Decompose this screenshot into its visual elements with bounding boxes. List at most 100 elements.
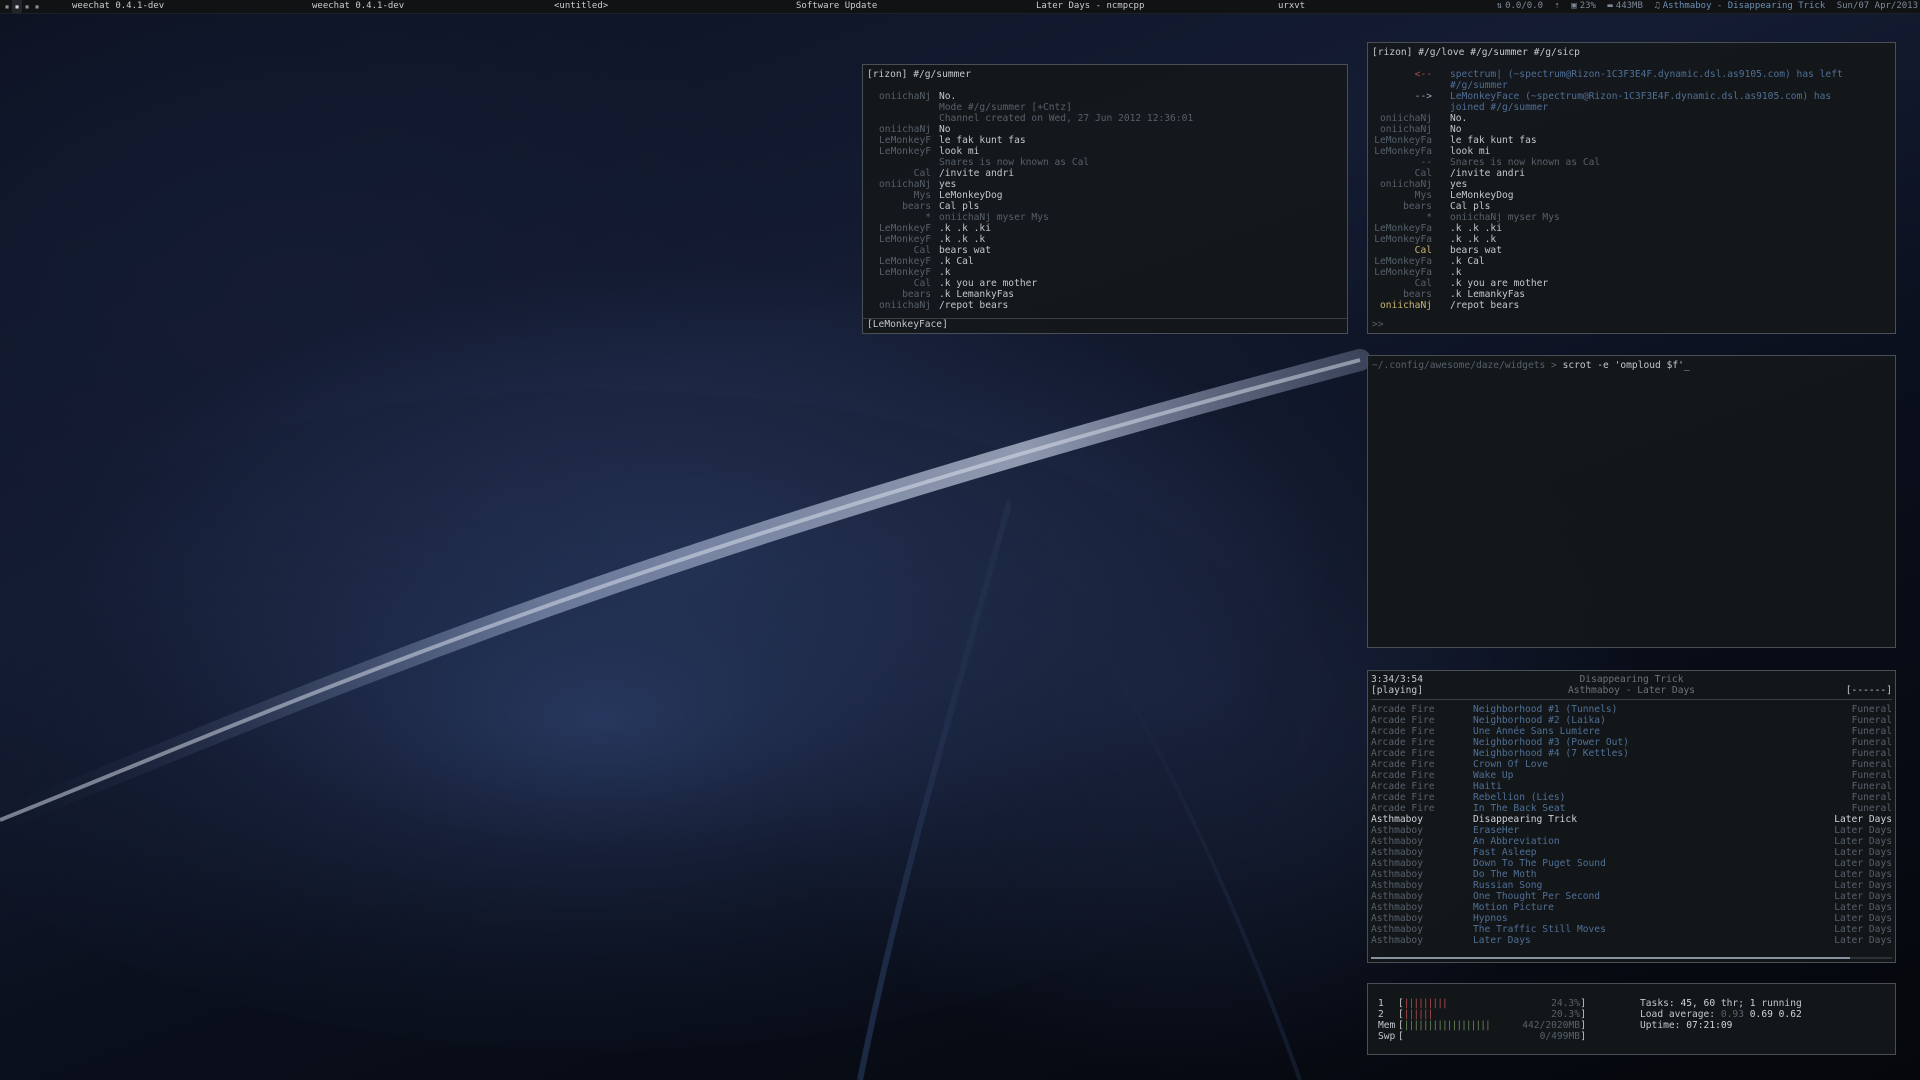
irc-nick: LeMonkeyF (879, 223, 931, 234)
tag-4-icon[interactable]: ▪ (32, 0, 42, 13)
irc-message-text: Snares is now known as Cal (939, 157, 1090, 168)
track-artist: Arcade Fire (1371, 803, 1435, 814)
current-song-title: Disappearing Trick (1579, 674, 1684, 685)
playlist-row[interactable]: Arcade Fire Neighborhood #1 (Tunnels) Fune… (1371, 704, 1892, 715)
irc-message-text: .k Cal (939, 256, 974, 267)
irc-message-text: yes (1450, 179, 1468, 190)
irc-message-line: bears .k LemankyFas (1372, 289, 1891, 300)
irc-input-field[interactable]: [LeMonkeyFace] (867, 319, 948, 330)
tag-1-icon[interactable]: ▪ (2, 0, 12, 13)
playlist-row[interactable]: Arcade Fire Wake Up Funeral (1371, 770, 1892, 781)
shell-prompt-line[interactable]: ~/.config/awesome/daze/widgets > scrot -… (1372, 360, 1891, 371)
memory-icon: ▬ (1607, 1, 1613, 11)
divider (1371, 699, 1892, 700)
playlist-row[interactable]: Asthmaboy Motion Picture Later Days (1371, 902, 1892, 913)
irc-nick: -- (1420, 157, 1432, 168)
track-artist: Arcade Fire (1371, 737, 1435, 748)
tag-3-icon[interactable]: ▪ (22, 0, 32, 13)
playlist-row[interactable]: Arcade Fire Neighborhood #2 (Laika) Funera… (1371, 715, 1892, 726)
irc-message-text: look mi (939, 146, 980, 157)
irc-nick: LeMonkeyF (879, 267, 931, 278)
taskbar-item-urxvt[interactable]: urxvt (1278, 0, 1305, 13)
irc-message-line: Mys LeMonkeyDog (879, 190, 1343, 201)
playlist[interactable]: Arcade Fire Neighborhood #1 (Tunnels) Fune… (1371, 704, 1892, 946)
track-album: Later Days (1834, 858, 1892, 869)
top-panel: ▪ ▪ ▪ ▪ weechat 0.4.1-dev weechat 0.4.1-dev… (0, 0, 1920, 14)
shell-command[interactable]: scrot -e 'omploud $f'_ (1563, 360, 1690, 371)
meter-bracket-close: ] (1580, 1020, 1586, 1031)
playlist-row[interactable]: Asthmaboy Russian Song Later Days (1371, 880, 1892, 891)
track-album: Later Days (1834, 913, 1892, 924)
irc-message-text: /repot bears (1450, 300, 1520, 311)
taskbar-item-weechat-1[interactable]: weechat 0.4.1-dev (72, 0, 164, 13)
track-artist: Asthmaboy (1371, 858, 1423, 869)
taskbar-item-untitled[interactable]: <untitled> (554, 0, 608, 13)
tag-2-icon[interactable]: ▪ (12, 0, 22, 13)
playlist-row[interactable]: Asthmaboy One Thought Per Second Later Day… (1371, 891, 1892, 902)
irc-nick: oniichaNj (1380, 124, 1432, 135)
track-album: Funeral (1851, 781, 1892, 792)
irc-nick: Cal (1414, 278, 1432, 289)
track-album: Funeral (1851, 748, 1892, 759)
track-title: Rebellion (Lies) (1473, 792, 1566, 803)
playlist-row[interactable]: Arcade Fire Une Année Sans Lumiere Funeral (1371, 726, 1892, 737)
meter-row: Mem [|||||||||||||||||| 442/2020MB] (1378, 1020, 1586, 1031)
playlist-row[interactable]: Asthmaboy Do The Moth Later Days (1371, 869, 1892, 880)
taskbar-item-weechat-2[interactable]: weechat 0.4.1-dev (312, 0, 404, 13)
htop-window[interactable]: 1 [||||||||| 24.3%] 2 [|||||| 20.3%] Mem [|||||… (1367, 983, 1896, 1055)
irc-buffer-title: [rizon] #/g/love #/g/summer #/g/sicp (1372, 47, 1580, 58)
uptime-value: 07:21:09 (1686, 1020, 1733, 1031)
taskbar-item-ncmpcpp[interactable]: Later Days - ncmpcpp (1036, 0, 1144, 13)
track-artist: Asthmaboy (1371, 924, 1423, 935)
track-artist: Asthmaboy (1371, 814, 1423, 825)
music-player-window[interactable]: 3:34/3:54 [playing] Disappearing Trick A… (1367, 670, 1896, 963)
irc-window-multi[interactable]: [rizon] #/g/love #/g/summer #/g/sicp <--… (1367, 42, 1896, 334)
track-album: Later Days (1834, 880, 1892, 891)
shell-prompt-separator: > (1545, 360, 1563, 371)
taskbar-item-software-update[interactable]: Software Update (796, 0, 877, 13)
playlist-row[interactable]: Arcade Fire Rebellion (Lies) Funeral (1371, 792, 1892, 803)
irc-message-text: No. (939, 91, 957, 102)
irc-message-line: <-- spectrum| (~spectrum@Rizon-1C3F3E4F.d… (1372, 69, 1891, 80)
irc-message-line: Mode #/g/summer [+Cntz] (879, 102, 1343, 113)
irc-nick: Mys (1414, 190, 1432, 201)
irc-message-text: .k .k .k (939, 234, 986, 245)
irc-message-line: oniichaNj No. (1372, 113, 1891, 124)
irc-message-line: LeMonkeyF look mi (879, 146, 1343, 157)
clock-date: Sun/07 Apr/2013 (1836, 1, 1918, 11)
irc-message-text: No. (1450, 113, 1468, 124)
track-artist: Arcade Fire (1371, 748, 1435, 759)
irc-message-line: joined #/g/summer (1372, 102, 1891, 113)
playlist-row[interactable]: Asthmaboy Disappearing Trick Later Days (1371, 814, 1892, 825)
playlist-row[interactable]: Asthmaboy Fast Asleep Later Days (1371, 847, 1892, 858)
now-playing[interactable]: Asthmaboy - Disappearing Trick (1663, 1, 1826, 11)
track-title: Neighborhood #2 (Laika) (1473, 715, 1606, 726)
irc-input-prompt[interactable]: >> (1372, 319, 1384, 330)
track-album: Later Days (1834, 825, 1892, 836)
irc-message-text: Cal pls (1450, 201, 1491, 212)
irc-message-line: oniichaNj/repot bears (879, 300, 1343, 311)
playlist-row[interactable]: Asthmaboy An Abbreviation Later Days (1371, 836, 1892, 847)
irc-nick: --> (1414, 91, 1432, 102)
uptime-label: Uptime: (1640, 1020, 1681, 1031)
playlist-row[interactable]: Arcade Fire Crown Of Love Funeral (1371, 759, 1892, 770)
playlist-row[interactable]: Arcade Fire Haiti Funeral (1371, 781, 1892, 792)
playlist-row[interactable]: Arcade Fire Neighborhood #4 (7 Kettles) Fu… (1371, 748, 1892, 759)
track-album: Later Days (1834, 847, 1892, 858)
status-widgets: ⇅ 0.0/0.0 ⇡ ▣ 23% ▬ 443MB ♫ Asthmaboy - Disa… (1491, 0, 1918, 13)
track-artist: Asthmaboy (1371, 935, 1423, 946)
terminal-window[interactable]: ~/.config/awesome/daze/widgets > scrot -… (1367, 355, 1896, 648)
playlist-row[interactable]: Arcade Fire Neighborhood #3 (Power Out) Fu… (1371, 737, 1892, 748)
progress-bar[interactable] (1371, 957, 1892, 959)
playlist-row[interactable]: Asthmaboy Hypnos Later Days (1371, 913, 1892, 924)
playlist-row[interactable]: Asthmaboy The Traffic Still Moves Later Da… (1371, 924, 1892, 935)
track-title: Do The Moth (1473, 869, 1537, 880)
irc-window-summer[interactable]: [rizon] #/g/summer oniichaNj No. Mode #/g/… (862, 64, 1348, 334)
playlist-row[interactable]: Arcade Fire In The Back Seat Funeral (1371, 803, 1892, 814)
playlist-row[interactable]: Asthmaboy EraseHer Later Days (1371, 825, 1892, 836)
irc-message-text: No (939, 124, 951, 135)
irc-nick: oniichaNj (1380, 179, 1432, 190)
playlist-row[interactable]: Asthmaboy Down To The Puget Sound Later Da… (1371, 858, 1892, 869)
meter-row: Swp[0/499MB] (1378, 1031, 1586, 1042)
playlist-row[interactable]: Asthmaboy Later Days Later Days (1371, 935, 1892, 946)
